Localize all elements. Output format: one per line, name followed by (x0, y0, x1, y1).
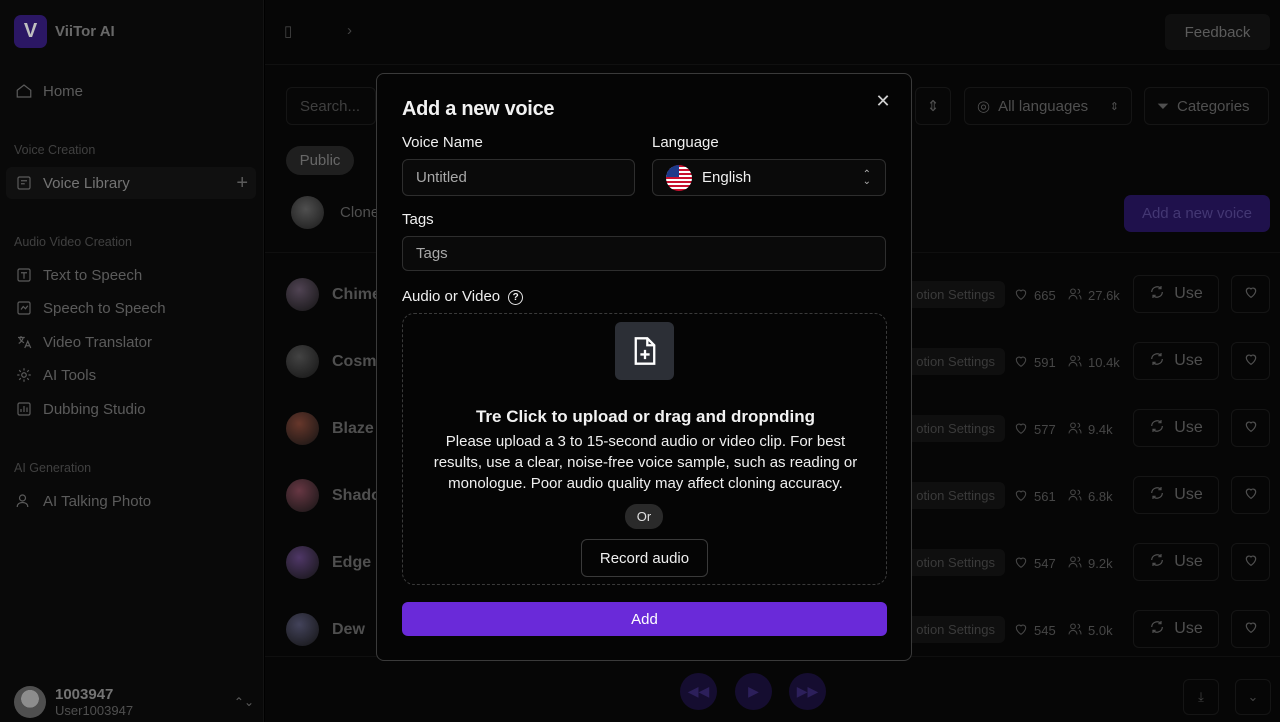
us-flag-icon (666, 164, 692, 191)
tags-label: Tags (402, 211, 434, 228)
language-value: English (702, 169, 752, 186)
upload-description: Please upload a 3 to 15-second audio or … (433, 433, 858, 492)
dialog-title: Add a new voice (402, 98, 555, 120)
voice-name-label: Voice Name (402, 134, 483, 151)
upload-title: Tre Click to upload or drag and dropndin… (475, 407, 816, 426)
audio-label: Audio or Video (402, 288, 501, 305)
language-label: Language (652, 134, 719, 151)
tags-input[interactable]: Tags (402, 236, 886, 271)
chevron-updown-icon: ⌃⌄ (862, 168, 871, 187)
file-add-icon (615, 322, 674, 380)
add-button[interactable]: Add (402, 602, 887, 636)
record-audio-button[interactable]: Record audio (581, 539, 708, 577)
help-icon[interactable]: ? (508, 289, 524, 305)
voice-name-input[interactable]: Untitled (402, 159, 635, 196)
add-voice-dialog: Add a new voice ✕ Voice Name Untitled La… (376, 73, 912, 661)
close-icon[interactable]: ✕ (873, 91, 893, 111)
audio-label-row: Audio or Video? (402, 288, 524, 305)
upload-dropzone[interactable]: Tre Click to upload or drag and dropndin… (402, 313, 887, 585)
language-select[interactable]: English ⌃ ⌄ (652, 159, 886, 196)
or-divider: Or (625, 504, 663, 529)
